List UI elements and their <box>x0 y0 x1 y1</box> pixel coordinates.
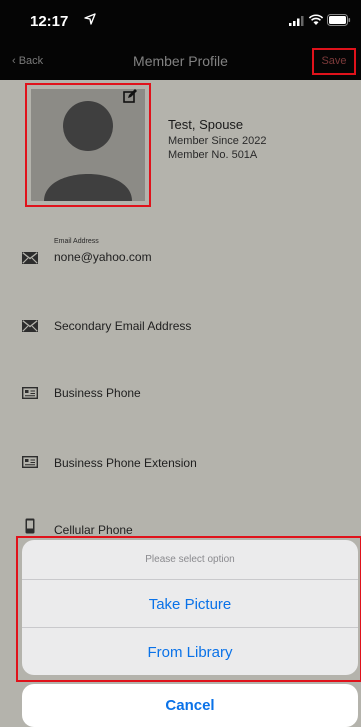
cellular-signal-icon <box>289 16 304 26</box>
location-arrow-icon <box>84 13 96 25</box>
take-picture-button[interactable]: Take Picture <box>22 581 358 628</box>
envelope-icon <box>22 252 38 264</box>
status-bar: 12:17 <box>0 0 361 44</box>
avatar-placeholder <box>31 89 145 201</box>
profile-photo-button[interactable] <box>25 83 151 207</box>
business-phone-extension-field[interactable]: Business Phone Extension <box>54 456 197 470</box>
envelope-icon <box>22 320 38 332</box>
navigation-bar: ‹ Back Member Profile Save <box>0 44 361 80</box>
battery-icon <box>327 14 351 26</box>
email-field-label: Email Address <box>54 238 99 245</box>
edit-icon[interactable] <box>123 89 137 103</box>
contact-card-icon <box>22 456 38 468</box>
from-library-button[interactable]: From Library <box>22 629 358 675</box>
cancel-button[interactable]: Cancel <box>22 684 358 727</box>
member-since: Member Since 2022 <box>168 135 267 147</box>
action-sheet: Please select option Take Picture From L… <box>22 540 358 675</box>
member-number: Member No. 501A <box>168 149 258 161</box>
secondary-email-field[interactable]: Secondary Email Address <box>54 319 191 333</box>
status-time: 12:17 <box>30 13 69 30</box>
member-name: Test, Spouse <box>168 117 244 132</box>
save-button[interactable]: Save <box>312 48 356 75</box>
wifi-icon <box>308 14 324 25</box>
cellular-phone-field[interactable]: Cellular Phone <box>54 523 133 537</box>
person-silhouette-icon <box>44 101 132 201</box>
page-title: Member Profile <box>133 53 228 69</box>
business-phone-field[interactable]: Business Phone <box>54 386 141 400</box>
mobile-phone-icon <box>25 518 35 534</box>
action-sheet-title: Please select option <box>22 540 358 580</box>
email-field[interactable]: none@yahoo.com <box>54 250 152 264</box>
contact-card-icon <box>22 387 38 399</box>
